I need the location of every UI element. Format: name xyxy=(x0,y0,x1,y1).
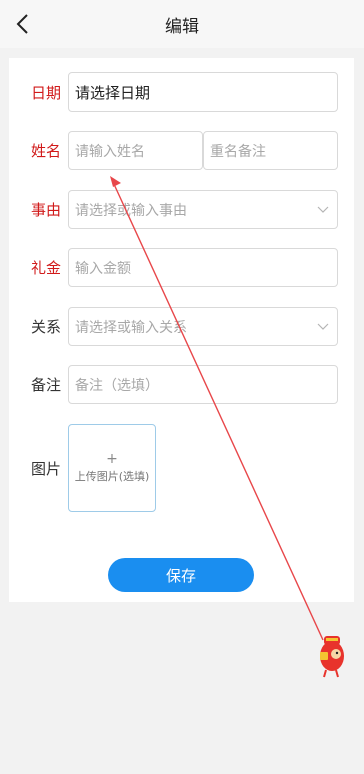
event-placeholder: 请选择或输入事由 xyxy=(75,202,187,219)
note-placeholder: 备注（选填） xyxy=(75,377,159,394)
date-value: 请选择日期 xyxy=(75,83,151,102)
mascot-sticker-icon xyxy=(320,636,344,678)
header-bar: 编辑 xyxy=(0,0,364,48)
relation-select[interactable]: 请选择或输入关系 xyxy=(68,307,338,346)
event-select[interactable]: 请选择或输入事由 xyxy=(68,190,338,229)
gift-amount-input[interactable]: 输入金额 xyxy=(68,248,338,287)
page-title: 编辑 xyxy=(165,17,199,37)
event-label: 事由 xyxy=(31,201,62,219)
gift-label: 礼金 xyxy=(31,259,62,277)
chevron-down-icon xyxy=(317,206,329,213)
name-input[interactable]: 请输入姓名 xyxy=(68,131,203,170)
relation-placeholder: 请选择或输入关系 xyxy=(75,319,187,336)
date-picker[interactable]: 请选择日期 xyxy=(68,72,338,112)
name-remark-input[interactable]: 重名备注 xyxy=(203,131,338,170)
upload-text: 上传图片(选填) xyxy=(74,470,150,483)
name-placeholder: 请输入姓名 xyxy=(75,143,145,160)
gift-placeholder: 输入金额 xyxy=(75,260,131,277)
chevron-down-icon xyxy=(317,323,329,330)
plus-icon: + xyxy=(106,451,118,467)
name-label: 姓名 xyxy=(31,142,62,160)
relation-label: 关系 xyxy=(31,318,62,336)
edit-page: 编辑 日期 请选择日期 姓名 请输入姓名 重名备注 事由 请选择或输入事由 礼金… xyxy=(0,0,364,774)
note-label: 备注 xyxy=(31,376,62,394)
note-input[interactable]: 备注（选填） xyxy=(68,365,338,404)
image-label: 图片 xyxy=(31,460,62,478)
date-label: 日期 xyxy=(31,84,62,102)
save-button[interactable]: 保存 xyxy=(108,558,254,592)
name-remark-placeholder: 重名备注 xyxy=(210,143,266,160)
form-card: 日期 请选择日期 姓名 请输入姓名 重名备注 事由 请选择或输入事由 礼金 输入… xyxy=(9,58,354,602)
image-upload-button[interactable]: + 上传图片(选填) xyxy=(68,424,156,512)
